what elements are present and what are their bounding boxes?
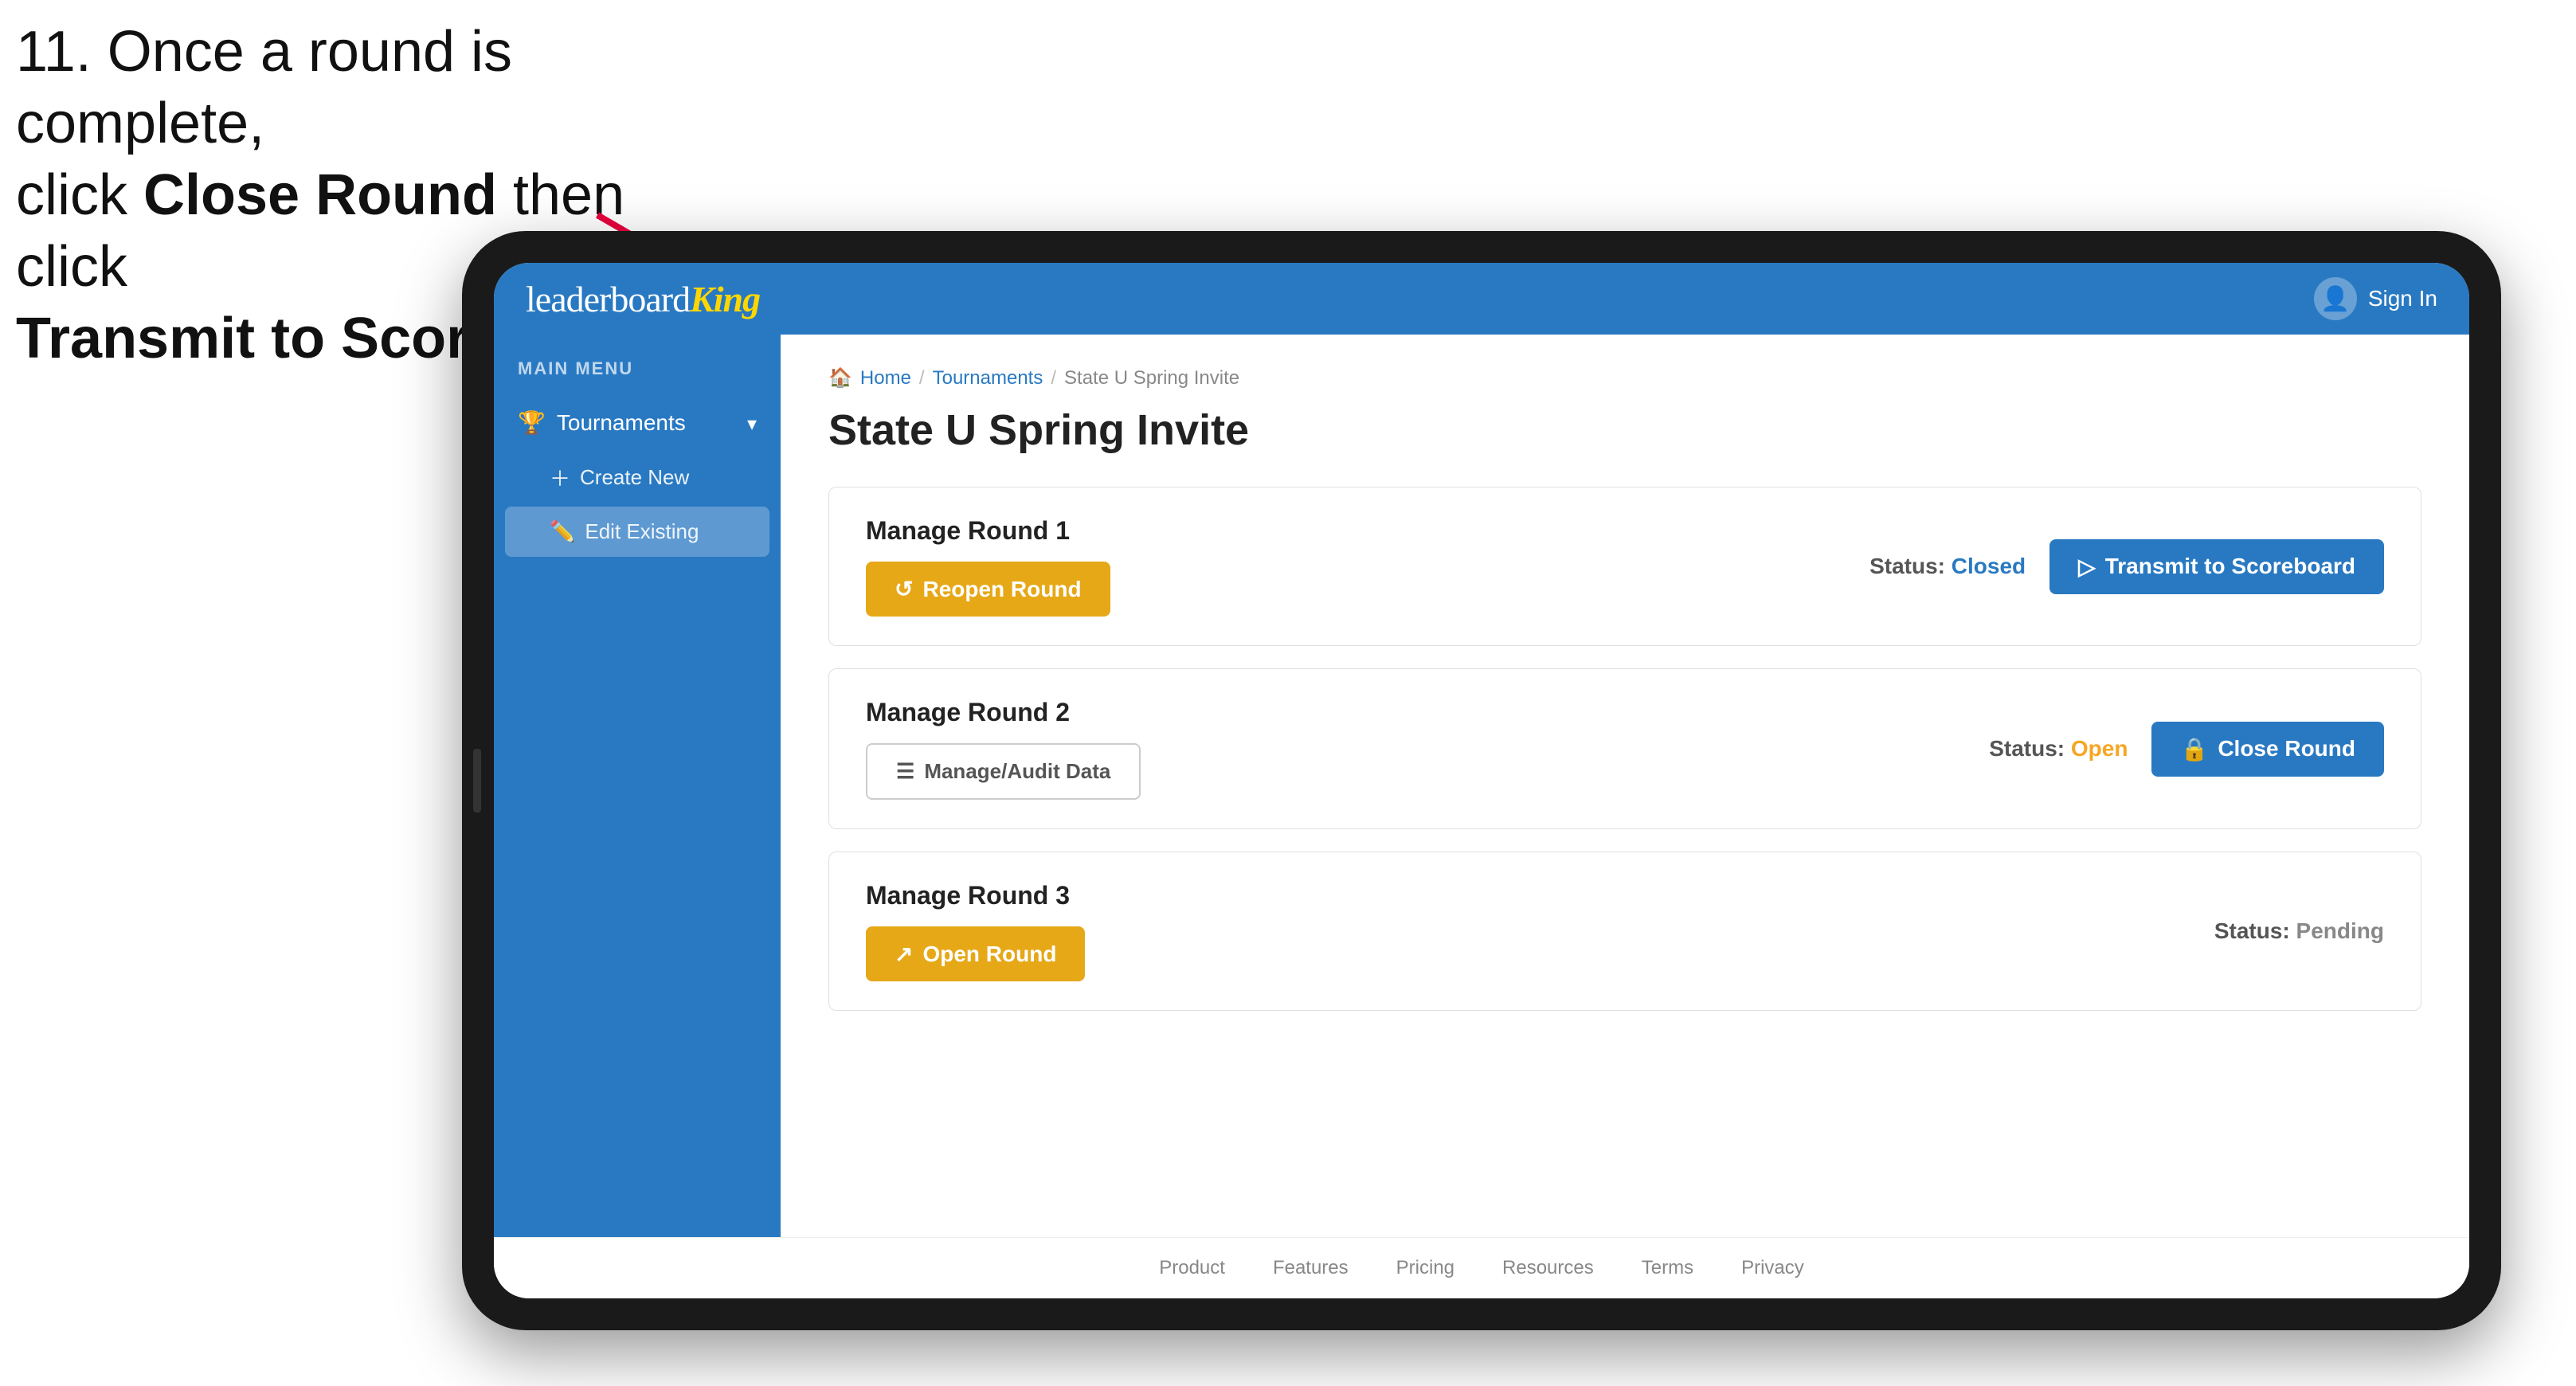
manage-audit-label: Manage/Audit Data <box>924 759 1110 784</box>
edit-icon: ✏️ <box>550 519 575 544</box>
reopen-round-button[interactable]: ↺ Reopen Round <box>866 562 1110 617</box>
round-1-right: Status: Closed ▷ Transmit to Scoreboard <box>1869 539 2384 594</box>
instruction-line2: click <box>16 163 143 227</box>
sidebar: MAIN MENU 🏆 Tournaments ＋ Create New ✏️ … <box>494 335 781 1237</box>
round-2-right: Status: Open 🔒 Close Round <box>1989 722 2384 777</box>
open-round-label: Open Round <box>922 942 1056 967</box>
instruction-line1: 11. Once a round is complete, <box>16 20 512 155</box>
content-spacer <box>828 1033 2421 1192</box>
tablet-device: leaderboardKing 👤 Sign In MAIN MENU 🏆 To… <box>462 231 2501 1330</box>
sidebar-item-create-new[interactable]: ＋ Create New <box>494 450 781 505</box>
main-menu-label: MAIN MENU <box>494 358 781 395</box>
create-new-label: Create New <box>580 465 689 490</box>
round-2-title: Manage Round 2 <box>866 698 1141 727</box>
round-1-section: Manage Round 1 ↺ Reopen Round Status: Cl… <box>828 487 2421 646</box>
reopen-round-label: Reopen Round <box>922 577 1081 602</box>
reopen-icon: ↺ <box>895 576 913 602</box>
round-3-left: Manage Round 3 ↗ Open Round <box>866 881 1085 981</box>
sidebar-item-edit-existing[interactable]: ✏️ Edit Existing <box>505 507 769 557</box>
footer-product[interactable]: Product <box>1159 1257 1225 1279</box>
round-2-status-value: Open <box>2071 736 2128 761</box>
transmit-label: Transmit to Scoreboard <box>2105 554 2355 579</box>
transmit-icon: ▷ <box>2078 554 2096 580</box>
footer-pricing[interactable]: Pricing <box>1396 1257 1454 1279</box>
close-round-icon: 🔒 <box>2180 736 2208 762</box>
chevron-down-icon <box>747 410 757 436</box>
open-round-button[interactable]: ↗ Open Round <box>866 926 1085 981</box>
user-avatar: 👤 <box>2314 277 2357 320</box>
round-3-right: Status: Pending <box>2214 918 2384 944</box>
tournaments-left: 🏆 Tournaments <box>518 409 686 436</box>
logo-leaderboard: leaderboard <box>526 279 690 319</box>
round-3-section: Manage Round 3 ↗ Open Round Status: Pend… <box>828 852 2421 1011</box>
breadcrumb-home[interactable]: Home <box>860 367 911 390</box>
round-1-status-value: Closed <box>1952 554 2026 578</box>
page-title: State U Spring Invite <box>828 405 2421 455</box>
transmit-to-scoreboard-button[interactable]: ▷ Transmit to Scoreboard <box>2049 539 2384 594</box>
main-layout: MAIN MENU 🏆 Tournaments ＋ Create New ✏️ … <box>494 335 2469 1237</box>
manage-audit-data-button[interactable]: ☰ Manage/Audit Data <box>866 743 1141 800</box>
breadcrumb-tournaments[interactable]: Tournaments <box>933 367 1043 390</box>
logo-area: leaderboardKing <box>526 278 760 320</box>
round-2-left: Manage Round 2 ☰ Manage/Audit Data <box>866 698 1141 800</box>
footer-privacy[interactable]: Privacy <box>1741 1257 1804 1279</box>
breadcrumb-sep2: / <box>1051 367 1056 390</box>
breadcrumb-sep1: / <box>919 367 925 390</box>
tablet-side-button <box>473 749 481 812</box>
round-3-status-value: Pending <box>2296 918 2384 943</box>
round-1-status: Status: Closed <box>1869 554 2026 579</box>
round-2-status: Status: Open <box>1989 736 2128 762</box>
tournaments-label: Tournaments <box>557 410 686 436</box>
tablet-screen: leaderboardKing 👤 Sign In MAIN MENU 🏆 To… <box>494 263 2469 1298</box>
close-round-button[interactable]: 🔒 Close Round <box>2151 722 2384 777</box>
home-icon: 🏠 <box>828 366 852 390</box>
round-2-section: Manage Round 2 ☰ Manage/Audit Data Statu… <box>828 668 2421 829</box>
footer-resources[interactable]: Resources <box>1502 1257 1594 1279</box>
instruction-bold1: Close Round <box>143 163 497 227</box>
logo-king: King <box>690 279 760 319</box>
footer-features[interactable]: Features <box>1273 1257 1349 1279</box>
round-3-status: Status: Pending <box>2214 918 2384 944</box>
round-1-title: Manage Round 1 <box>866 516 1110 546</box>
round-3-title: Manage Round 3 <box>866 881 1085 910</box>
footer: Product Features Pricing Resources Terms… <box>494 1237 2469 1298</box>
footer-terms[interactable]: Terms <box>1642 1257 1693 1279</box>
trophy-icon: 🏆 <box>518 409 546 436</box>
close-round-label: Close Round <box>2218 736 2355 762</box>
logo: leaderboardKing <box>526 278 760 320</box>
edit-existing-label: Edit Existing <box>585 519 699 544</box>
audit-icon: ☰ <box>896 759 914 784</box>
top-navigation: leaderboardKing 👤 Sign In <box>494 263 2469 335</box>
sign-in-area[interactable]: 👤 Sign In <box>2314 277 2437 320</box>
open-round-icon: ↗ <box>895 941 913 967</box>
sign-in-label[interactable]: Sign In <box>2368 286 2437 311</box>
round-1-left: Manage Round 1 ↺ Reopen Round <box>866 516 1110 617</box>
sidebar-item-tournaments[interactable]: 🏆 Tournaments <box>494 395 781 450</box>
plus-icon: ＋ <box>550 463 570 492</box>
breadcrumb-current: State U Spring Invite <box>1064 367 1239 390</box>
breadcrumb: 🏠 Home / Tournaments / State U Spring In… <box>828 366 2421 390</box>
content-area: 🏠 Home / Tournaments / State U Spring In… <box>781 335 2469 1237</box>
